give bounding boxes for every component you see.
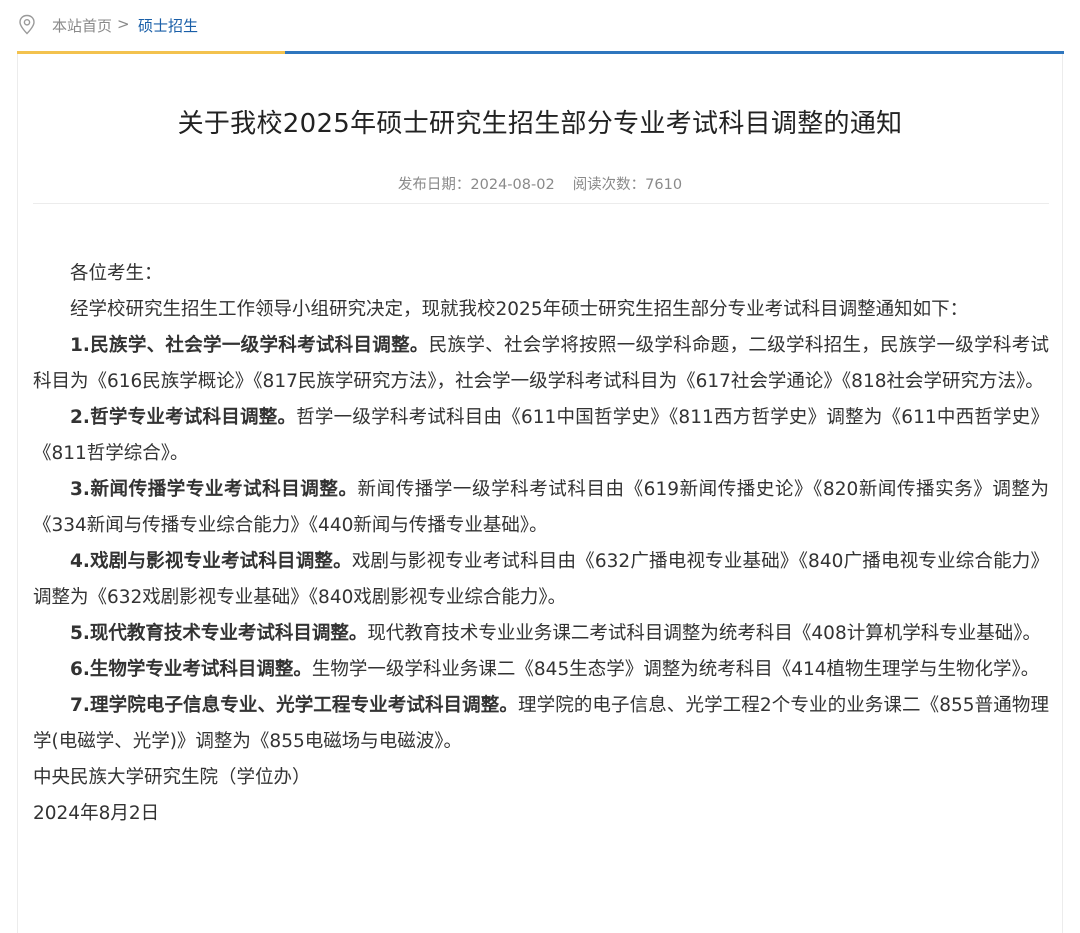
intro-paragraph: 经学校研究生招生工作领导小组研究决定，现就我校2025年硕士研究生招生部分专业考… (70, 299, 969, 320)
item-heading: 7.理学院电子信息专业、光学工程专业考试科目调整。 (70, 695, 518, 716)
item-body: 现代教育技术专业业务课二考试科目调整为统考科目《408计算机学科专业基础》。 (367, 623, 1041, 644)
item-heading: 6.生物学专业考试科目调整。 (70, 659, 312, 680)
signature: 中央民族大学研究生院（学位办） (33, 767, 311, 788)
item-paragraph: 1.民族学、社会学一级学科考试科目调整。民族学、社会学将按照一级学科命题，二级学… (33, 328, 1049, 400)
item-body: 生物学一级学科业务课二《845生态学》调整为统考科目《414植物生理学与生物化学… (311, 659, 1040, 680)
article-meta: 发布日期：2024-08-02 阅读次数：7610 (0, 173, 1080, 194)
location-pin-icon (19, 14, 35, 35)
greeting: 各位考生： (70, 263, 163, 284)
signature-date: 2024年8月2日 (33, 803, 160, 824)
title-divider (33, 203, 1049, 204)
item-paragraph: 4.戏剧与影视专业考试科目调整。戏剧与影视专业考试科目由《632广播电视专业基础… (33, 544, 1049, 616)
item-paragraph: 2.哲学专业考试科目调整。哲学一级学科考试科目由《611中国哲学史》《811西方… (33, 400, 1049, 472)
item-heading: 2.哲学专业考试科目调整。 (70, 407, 297, 428)
item-paragraph: 5.现代教育技术专业考试科目调整。现代教育技术专业业务课二考试科目调整为统考科目… (33, 616, 1049, 652)
article-title: 关于我校2025年硕士研究生招生部分专业考试科目调整的通知 (177, 109, 903, 139)
item-heading: 1.民族学、社会学一级学科考试科目调整。 (70, 335, 429, 356)
item-heading: 4.戏剧与影视专业考试科目调整。 (70, 551, 352, 572)
article-body: 各位考生： 经学校研究生招生工作领导小组研究决定，现就我校2025年硕士研究生招… (33, 256, 1049, 832)
read-count: 阅读次数：7610 (572, 177, 683, 193)
item-paragraph: 7.理学院电子信息专业、光学工程专业考试科目调整。理学院的电子信息、光学工程2个… (33, 688, 1049, 760)
breadcrumb-current-link[interactable]: 硕士招生 (138, 15, 198, 36)
item-paragraph: 3.新闻传播学专业考试科目调整。新闻传播学一级学科考试科目由《619新闻传播史论… (33, 472, 1049, 544)
item-heading: 3.新闻传播学专业考试科目调整。 (70, 479, 358, 500)
item-paragraph: 6.生物学专业考试科目调整。生物学一级学科业务课二《845生态学》调整为统考科目… (33, 652, 1049, 688)
breadcrumb: 本站首页 > 硕士招生 (0, 0, 1080, 50)
breadcrumb-separator: > (117, 15, 130, 33)
breadcrumb-home-link[interactable]: 本站首页 (52, 15, 112, 36)
item-heading: 5.现代教育技术专业考试科目调整。 (70, 623, 368, 644)
publish-date: 发布日期：2024-08-02 (397, 177, 555, 193)
